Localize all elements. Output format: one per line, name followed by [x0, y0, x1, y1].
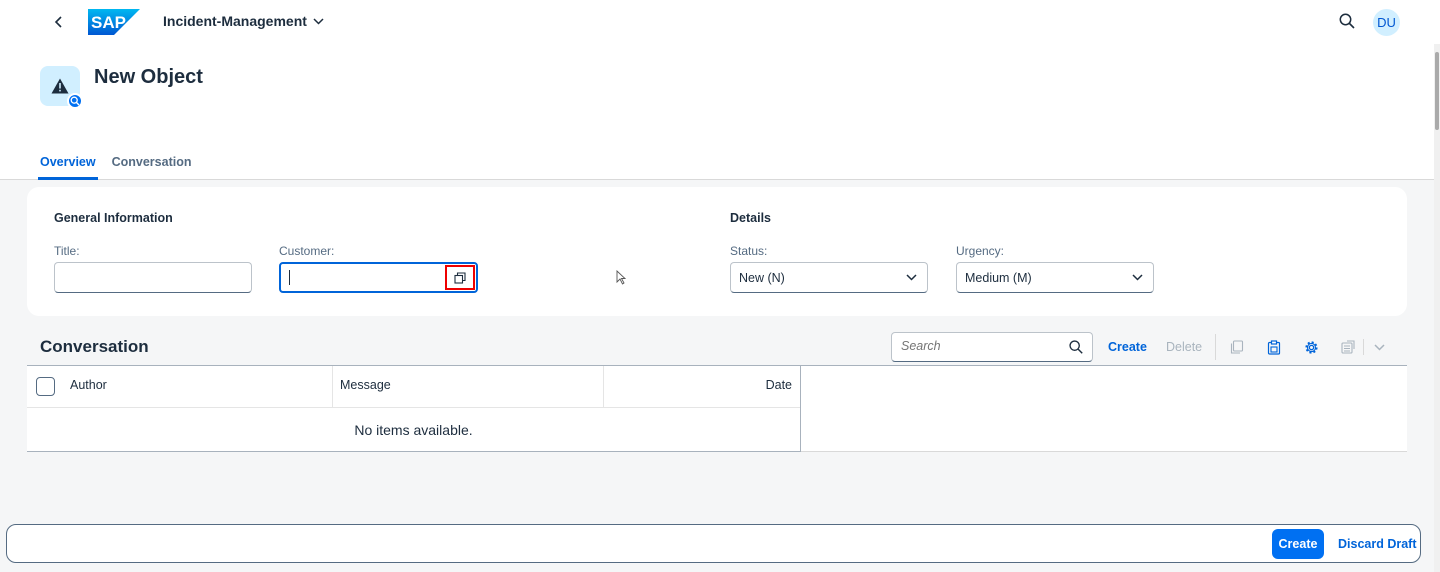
- value-help-icon: [454, 271, 466, 284]
- shell-search-button[interactable]: [1338, 12, 1358, 32]
- chevron-down-icon: [313, 17, 324, 25]
- copy-icon: [1230, 340, 1244, 354]
- tab-conversation[interactable]: Conversation: [110, 146, 204, 180]
- urgency-label: Urgency:: [956, 244, 1005, 258]
- text-caret: [289, 270, 290, 285]
- tab-bar: Overview Conversation: [38, 146, 215, 180]
- search-icon: [1339, 13, 1355, 29]
- export-icon: [1340, 340, 1355, 354]
- column-header-message[interactable]: Message: [333, 366, 604, 408]
- settings-button[interactable]: [1302, 338, 1320, 356]
- zoom-icon: [70, 96, 80, 106]
- chevron-down-icon: [906, 274, 917, 281]
- footer-toolbar: [6, 524, 1421, 563]
- title-label: Title:: [54, 244, 80, 258]
- gear-icon: [1304, 340, 1318, 354]
- tab-overview[interactable]: Overview: [38, 146, 98, 180]
- app-title-menu[interactable]: Incident-Management: [163, 13, 324, 29]
- chevron-left-icon: [54, 16, 62, 28]
- form-section-card: General Information Details Title: Custo…: [27, 187, 1407, 316]
- object-header: New Object Overview Conversation: [0, 44, 1434, 180]
- table-header-row: Author Message Date: [27, 366, 800, 408]
- column-header-date[interactable]: Date: [604, 366, 800, 408]
- urgency-select[interactable]: Medium (M): [956, 262, 1154, 293]
- app-title: Incident-Management: [163, 13, 307, 29]
- urgency-value: Medium (M): [965, 271, 1032, 285]
- copy-button[interactable]: [1228, 338, 1246, 356]
- export-menu-button[interactable]: [1370, 338, 1388, 356]
- customer-label: Customer:: [279, 244, 335, 258]
- page-scrollbar-thumb[interactable]: [1435, 52, 1439, 130]
- title-input[interactable]: [54, 262, 252, 293]
- status-select[interactable]: New (N): [730, 262, 928, 293]
- paste-icon: [1267, 339, 1281, 355]
- sap-logo: SAP: [88, 9, 140, 35]
- mouse-cursor-icon: [616, 270, 626, 285]
- toolbar-separator: [1363, 339, 1364, 355]
- page-title: New Object: [94, 66, 203, 88]
- general-information-title: General Information: [54, 211, 173, 225]
- search-icon[interactable]: [1068, 339, 1084, 355]
- chevron-down-icon: [1373, 343, 1385, 351]
- conversation-table: Author Message Date No items available.: [27, 365, 801, 452]
- customer-input[interactable]: [279, 262, 478, 293]
- delete-row-button[interactable]: Delete: [1166, 340, 1202, 354]
- export-button[interactable]: [1339, 338, 1357, 356]
- object-icon-badge: [67, 93, 83, 109]
- conversation-section-title: Conversation: [40, 337, 149, 356]
- conversation-search-input[interactable]: [901, 339, 1061, 353]
- back-button[interactable]: [48, 11, 70, 33]
- details-title: Details: [730, 211, 771, 225]
- status-value: New (N): [739, 271, 785, 285]
- conversation-search-field[interactable]: [891, 332, 1093, 362]
- create-row-button[interactable]: Create: [1108, 340, 1147, 354]
- table-filler-area: [801, 365, 1407, 452]
- warning-icon: [51, 78, 69, 94]
- empty-table-message: No items available.: [354, 422, 473, 438]
- shell-bar: SAP Incident-Management DU: [0, 0, 1440, 44]
- discard-draft-button[interactable]: Discard Draft: [1338, 537, 1417, 551]
- user-avatar[interactable]: DU: [1373, 9, 1400, 36]
- value-help-button[interactable]: [445, 265, 475, 290]
- column-header-author[interactable]: Author: [27, 366, 333, 408]
- create-button[interactable]: Create: [1272, 529, 1324, 559]
- sap-logo-text: SAP: [91, 13, 126, 32]
- status-label: Status:: [730, 244, 768, 258]
- paste-button[interactable]: [1265, 338, 1283, 356]
- toolbar-separator: [1215, 334, 1216, 360]
- chevron-down-icon: [1132, 274, 1143, 281]
